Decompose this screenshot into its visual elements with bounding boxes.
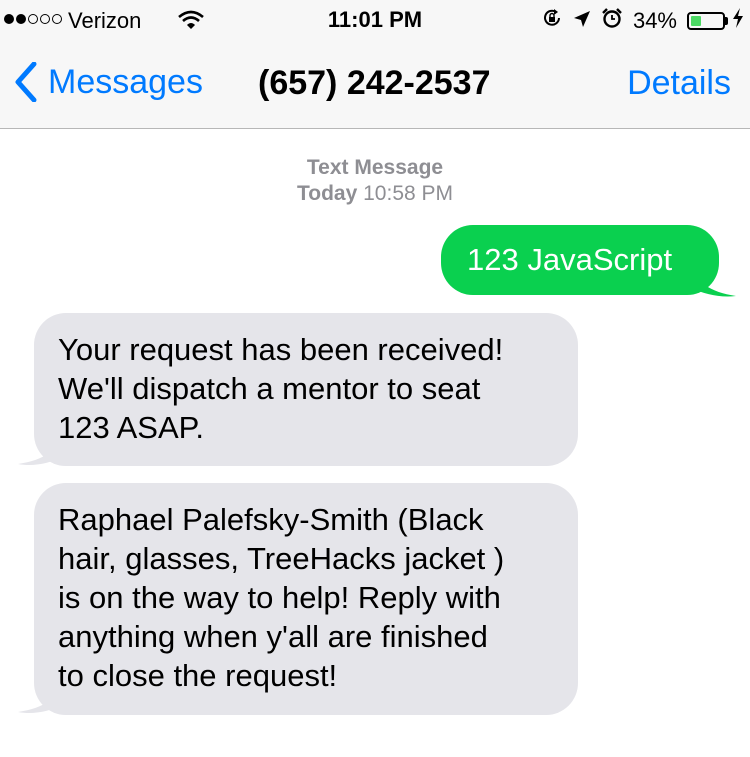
message-line: hair, glasses, TreeHacks jacket ) bbox=[58, 541, 505, 576]
outgoing-message-bubble[interactable]: 123 JavaScript bbox=[441, 225, 719, 295]
rotation-lock-icon bbox=[541, 7, 563, 35]
battery-percent: 34% bbox=[632, 8, 677, 33]
service-label: Text Message bbox=[306, 156, 444, 179]
alarm-icon bbox=[601, 7, 623, 35]
time-label: 10:58 PM bbox=[363, 182, 454, 205]
status-bar: Verizon 11:01 PM 34% bbox=[0, 0, 750, 40]
message-line: is on the way to help! Reply with bbox=[58, 580, 501, 615]
back-button[interactable]: Messages bbox=[14, 62, 203, 102]
message-line: 123 ASAP. bbox=[58, 410, 204, 445]
chevron-left-icon bbox=[15, 62, 37, 102]
message-line: Your request has been received! bbox=[58, 332, 504, 367]
message-line: 123 JavaScript bbox=[467, 242, 673, 277]
top-bar: Verizon 11:01 PM 34% Messages (657) 242-… bbox=[0, 0, 750, 129]
status-right-group: 34% bbox=[541, 7, 744, 35]
details-button[interactable]: Details bbox=[627, 64, 731, 103]
battery-icon bbox=[687, 12, 725, 30]
message-timestamp-header: Text Message Today 10:58 PM bbox=[0, 155, 750, 207]
back-button-label: Messages bbox=[48, 62, 203, 101]
battery-fill bbox=[691, 16, 701, 26]
message-line: We'll dispatch a mentor to seat bbox=[58, 371, 481, 406]
day-label: Today bbox=[296, 182, 358, 205]
battery-nub bbox=[725, 17, 728, 25]
charging-bolt-icon bbox=[732, 8, 744, 34]
message-line: anything when y'all are finished bbox=[58, 619, 488, 654]
incoming-message-bubble[interactable]: Raphael Palefsky-Smith (Black hair, glas… bbox=[34, 483, 578, 715]
location-icon bbox=[573, 8, 591, 34]
incoming-message-bubble[interactable]: Your request has been received! We'll di… bbox=[34, 313, 578, 466]
conversation-title: (657) 242-2537 bbox=[258, 64, 491, 102]
message-line: to close the request! bbox=[58, 658, 338, 693]
message-line: Raphael Palefsky-Smith (Black bbox=[58, 502, 484, 537]
timestamp-line: Today 10:58 PM bbox=[0, 181, 750, 207]
